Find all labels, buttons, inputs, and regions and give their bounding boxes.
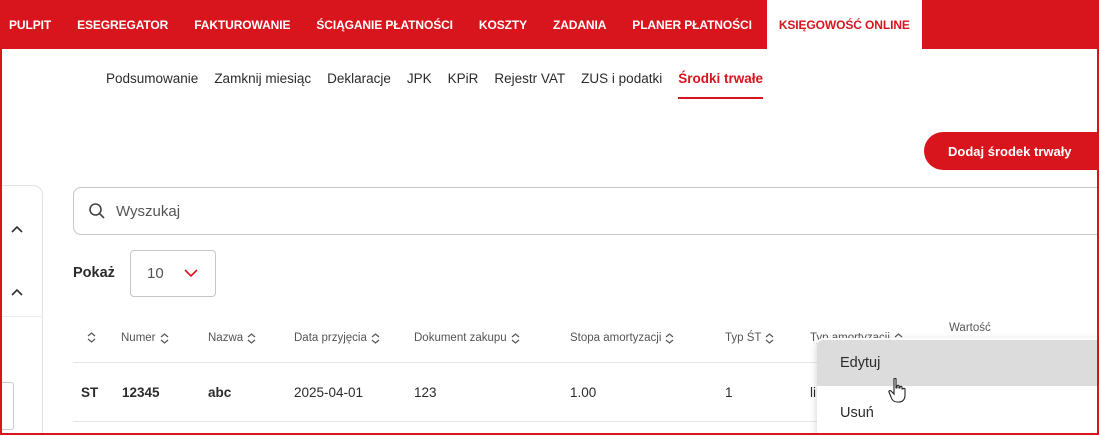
chevron-up-icon[interactable] <box>9 284 25 300</box>
column-label: Wartość <box>949 322 991 334</box>
cell-typ-st: 1 <box>725 385 733 400</box>
cell-prefix: ST <box>81 385 99 400</box>
menu-item-delete[interactable]: Usuń <box>817 390 1099 435</box>
top-nav: PULPIT ESEGREGATOR FAKTUROWANIE ŚCIĄGANI… <box>0 0 1099 49</box>
column-stopa-amortyzacji[interactable]: Stopa amortyzacji <box>570 332 674 344</box>
cell-dokument-zakupu: 123 <box>414 385 437 400</box>
column-data-przyjecia[interactable]: Data przyjęcia <box>294 332 380 344</box>
column-typ-st[interactable]: Typ ŚT <box>725 332 774 344</box>
column-select[interactable] <box>83 332 96 343</box>
sort-icon[interactable] <box>160 332 169 344</box>
nav-item-pulpit[interactable]: PULPIT <box>0 0 64 49</box>
cell-numer: 12345 <box>122 385 160 400</box>
column-label: Stopa amortyzacji <box>570 332 662 344</box>
sort-icon[interactable] <box>247 332 256 344</box>
cell-data-przyjecia: 2025-04-01 <box>294 385 364 400</box>
nav-item-esegregator[interactable]: ESEGREGATOR <box>64 0 181 49</box>
chevron-up-icon[interactable] <box>9 221 25 237</box>
menu-item-edit[interactable]: Edytuj <box>817 340 1099 386</box>
column-label: Data przyjęcia <box>294 332 367 344</box>
subnav-srodki-trwale[interactable]: Środki trwałe <box>678 69 763 99</box>
nav-item-planer-platnosci[interactable]: PLANER PŁATNOŚCI <box>619 0 765 49</box>
cell-nazwa: abc <box>208 385 232 400</box>
sort-icon[interactable] <box>511 332 520 344</box>
subnav-zamknij-miesiac[interactable]: Zamknij miesiąc <box>214 69 311 99</box>
subnav-zus-i-podatki[interactable]: ZUS i podatki <box>581 69 662 99</box>
subnav-kpir[interactable]: KPiR <box>448 69 479 99</box>
panel-input-box[interactable] <box>0 382 14 430</box>
subnav-rejestr-vat[interactable]: Rejestr VAT <box>494 69 565 99</box>
panel-divider <box>0 316 43 317</box>
nav-item-ksiegowosc-online[interactable]: KSIĘGOWOŚĆ ONLINE <box>766 0 922 49</box>
add-fixed-asset-button[interactable]: Dodaj środek trwały <box>924 132 1099 170</box>
column-label: Typ ŚT <box>725 332 762 344</box>
pointer-cursor-icon <box>888 378 906 403</box>
page-size-label: Pokaż <box>73 265 115 281</box>
page-size-select[interactable]: 10 <box>130 250 216 297</box>
cell-typ-amortyzacji: li <box>810 385 816 400</box>
column-dokument-zakupu[interactable]: Dokument zakupu <box>414 332 520 344</box>
row-context-menu: Edytuj Usuń <box>817 338 1099 435</box>
chevron-down-icon <box>184 269 198 278</box>
nav-item-sciaganie-platnosci[interactable]: ŚCIĄGANIE PŁATNOŚCI <box>303 0 466 49</box>
left-filter-panel <box>0 185 43 435</box>
subnav-podsumowanie[interactable]: Podsumowanie <box>106 69 198 99</box>
column-label: Numer <box>121 332 156 344</box>
column-label: Nazwa <box>208 332 244 344</box>
page-size-value: 10 <box>147 265 164 282</box>
search-icon <box>89 203 105 219</box>
subnav-jpk[interactable]: JPK <box>407 69 432 99</box>
sort-icon[interactable] <box>87 332 96 343</box>
search-input[interactable] <box>116 202 516 220</box>
nav-item-koszty[interactable]: KOSZTY <box>466 0 540 49</box>
cell-stopa-amortyzacji: 1.00 <box>570 385 597 400</box>
column-nazwa[interactable]: Nazwa <box>208 332 256 344</box>
column-label: Dokument zakupu <box>414 332 507 344</box>
subnav-deklaracje[interactable]: Deklaracje <box>327 69 391 99</box>
search-box <box>73 187 1099 235</box>
sub-nav: Podsumowanie Zamknij miesiąc Deklaracje … <box>106 69 779 99</box>
column-numer[interactable]: Numer <box>121 332 169 344</box>
sort-icon[interactable] <box>371 332 380 344</box>
nav-item-zadania[interactable]: ZADANIA <box>540 0 619 49</box>
nav-item-fakturowanie[interactable]: FAKTUROWANIE <box>181 0 303 49</box>
sort-icon[interactable] <box>765 332 774 344</box>
sort-icon[interactable] <box>665 332 674 344</box>
